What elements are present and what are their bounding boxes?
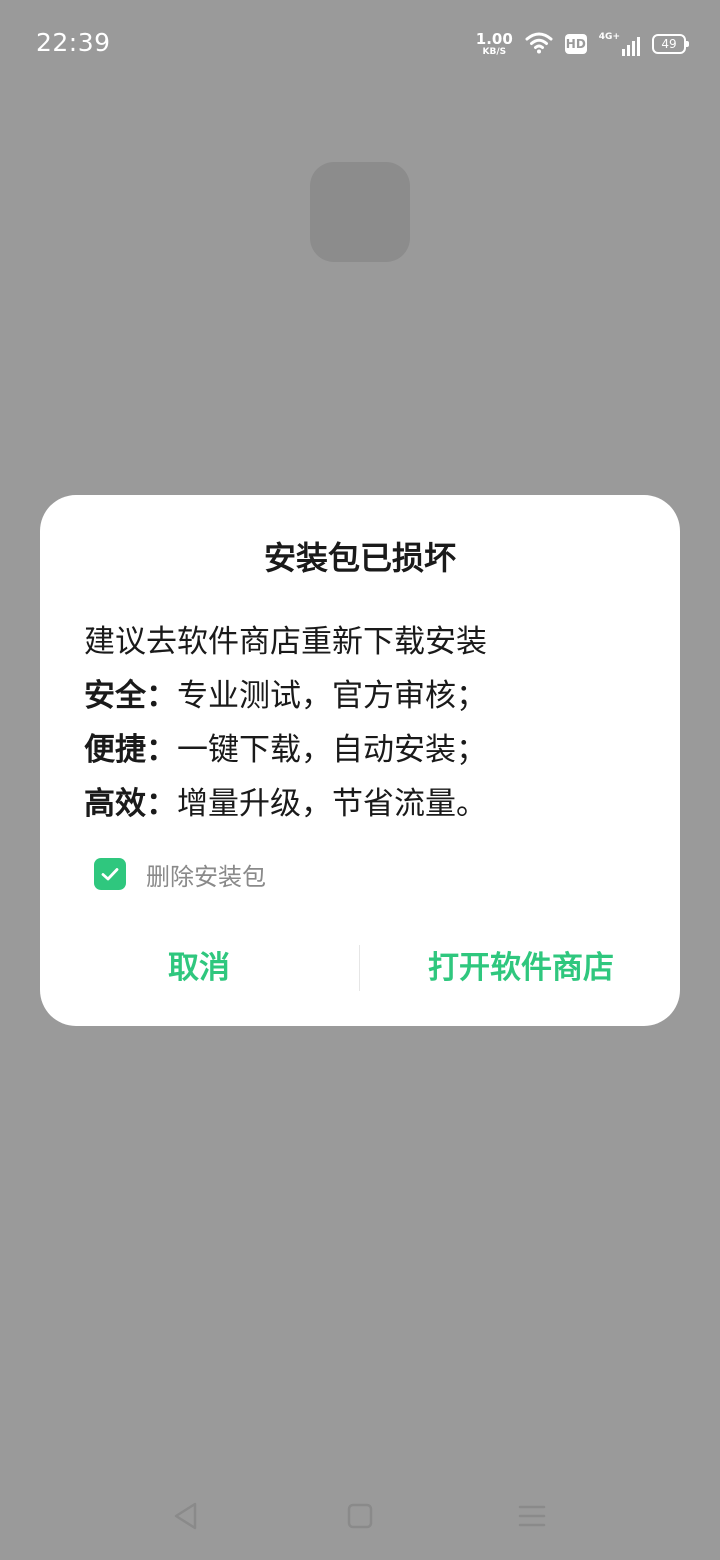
home-button[interactable] xyxy=(334,1494,386,1538)
feature-line-safety: 安全：专业测试，官方审核； xyxy=(84,669,644,723)
navigation-bar xyxy=(0,1480,720,1560)
home-icon xyxy=(347,1503,373,1529)
corrupted-package-dialog: 安装包已损坏 建议去软件商店重新下载安装 安全：专业测试，官方审核； 便捷：一键… xyxy=(40,495,680,1026)
feature-text: 增量升级，节省流量。 xyxy=(177,786,487,822)
open-app-store-button[interactable]: 打开软件商店 xyxy=(362,940,680,996)
feature-key: 便捷： xyxy=(84,732,177,768)
status-bar: 22:39 1.00 KB/S HD 4G+ 49 xyxy=(0,0,720,88)
signal-label: 4G+ xyxy=(598,32,620,42)
dialog-body: 建议去软件商店重新下载安装 安全：专业测试，官方审核； 便捷：一键下载，自动安装… xyxy=(84,615,644,831)
feature-key: 安全： xyxy=(84,678,177,714)
button-divider xyxy=(359,945,360,991)
network-speed-value: 1.00 xyxy=(475,29,513,48)
feature-key: 高效： xyxy=(84,786,177,822)
menu-icon xyxy=(518,1505,546,1527)
network-speed: 1.00 KB/S xyxy=(475,29,513,57)
signal-icon: 4G+ xyxy=(599,32,640,56)
status-time: 22:39 xyxy=(36,28,111,57)
app-icon-placeholder xyxy=(310,162,410,262)
wifi-icon xyxy=(525,30,553,58)
dialog-message: 建议去软件商店重新下载安装 xyxy=(84,624,487,660)
feature-line-convenience: 便捷：一键下载，自动安装； xyxy=(84,723,644,777)
feature-line-efficiency: 高效：增量升级，节省流量。 xyxy=(84,777,644,831)
network-speed-unit: KB/S xyxy=(482,46,507,57)
battery-icon: 49 xyxy=(652,34,689,54)
cancel-button[interactable]: 取消 xyxy=(40,940,358,996)
back-button[interactable] xyxy=(160,1494,212,1538)
dialog-title: 安装包已损坏 xyxy=(263,539,456,577)
feature-text: 专业测试，官方审核； xyxy=(177,678,487,714)
recents-button[interactable] xyxy=(506,1494,558,1538)
feature-text: 一键下载，自动安装； xyxy=(177,732,487,768)
back-icon xyxy=(174,1502,197,1530)
delete-package-option[interactable]: 删除安装包 xyxy=(94,857,266,891)
delete-package-label: 删除安装包 xyxy=(146,862,266,891)
status-icons: 1.00 KB/S HD 4G+ 49 xyxy=(475,28,689,60)
delete-package-checkbox[interactable] xyxy=(94,858,126,890)
hd-icon: HD xyxy=(564,34,587,54)
checkmark-icon xyxy=(101,868,119,881)
